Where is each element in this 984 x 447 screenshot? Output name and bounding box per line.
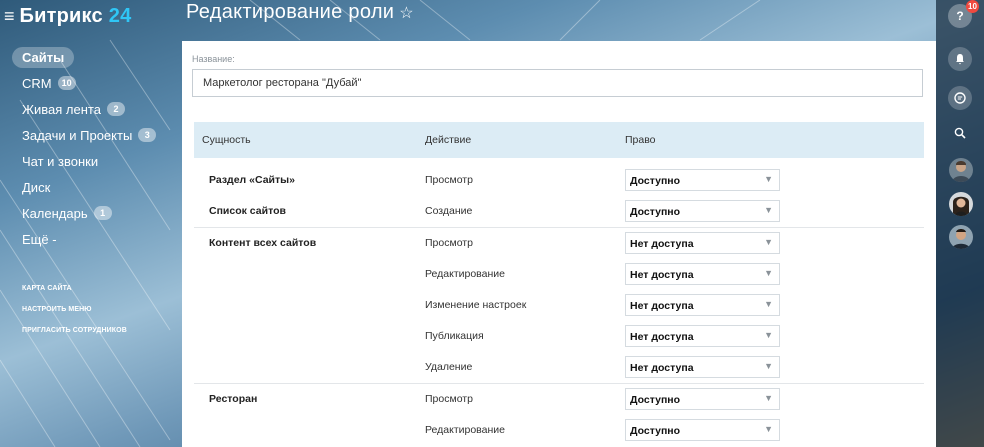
tasks-counter-badge: 3 xyxy=(138,128,157,142)
chevron-down-icon: ▼ xyxy=(764,174,773,184)
help-counter-badge: 10 xyxy=(966,0,979,13)
main-menu: Сайты CRM 10 Живая лента 2 Задачи и Проект… xyxy=(12,44,168,252)
sidebar-item-disk[interactable]: Диск xyxy=(12,174,168,200)
right-select[interactable]: Нет доступа ▼ xyxy=(625,294,780,316)
invite-employees-link[interactable]: ПРИГЛАСИТЬ СОТРУДНИКОВ xyxy=(22,325,127,346)
table-row: Список сайтов Создание Доступно ▼ xyxy=(194,196,924,227)
right-select[interactable]: Доступно ▼ xyxy=(625,419,780,441)
crm-counter-badge: 10 xyxy=(57,76,76,90)
role-name-input[interactable] xyxy=(192,69,923,97)
table-row: Редактирование Доступно ▼ xyxy=(194,415,924,446)
search-button[interactable] xyxy=(948,121,972,145)
messenger-button[interactable] xyxy=(948,86,972,110)
sidebar-item-calendar[interactable]: Календарь 1 xyxy=(12,200,168,226)
chevron-down-icon: ▼ xyxy=(764,361,773,371)
sidebar-item-live-feed[interactable]: Живая лента 2 xyxy=(12,96,168,122)
avatar[interactable] xyxy=(949,192,973,216)
search-icon xyxy=(954,127,966,139)
calendar-counter-badge: 1 xyxy=(93,206,112,220)
table-row: Контент всех сайтов Просмотр Нет доступа… xyxy=(194,227,924,259)
chevron-down-icon: ▼ xyxy=(764,393,773,403)
avatar[interactable] xyxy=(949,158,973,182)
sidebar-item-tasks[interactable]: Задачи и Проекты 3 xyxy=(12,122,168,148)
help-icon: ? xyxy=(956,9,964,23)
bell-icon xyxy=(956,54,964,65)
table-row: Раздел «Сайты» Просмотр Доступно ▼ xyxy=(194,165,924,196)
notifications-button[interactable] xyxy=(948,47,972,71)
right-select[interactable]: Нет доступа ▼ xyxy=(625,263,780,285)
entity-column-header: Сущность xyxy=(202,134,251,146)
table-row: Редактирование Нет доступа ▼ xyxy=(194,259,924,290)
chevron-down-icon: ▼ xyxy=(764,237,773,247)
page-title: Редактирование роли ☆ xyxy=(186,1,414,23)
logo-text: Битрикс 24 xyxy=(19,4,132,27)
sidebar-item-crm[interactable]: CRM 10 xyxy=(12,70,168,96)
menu-icon[interactable]: ≡ xyxy=(4,7,15,25)
sidebar-item-sites[interactable]: Сайты xyxy=(12,44,168,70)
avatar[interactable] xyxy=(949,225,973,249)
chat-icon xyxy=(954,92,966,104)
left-sidebar: ≡ Битрикс 24 Сайты CRM 10 Живая лента 2 Зад… xyxy=(0,0,170,447)
table-row: Ресторан Просмотр Доступно ▼ xyxy=(194,383,924,415)
right-select[interactable]: Доступно ▼ xyxy=(625,169,780,191)
right-select[interactable]: Доступно ▼ xyxy=(625,388,780,410)
chevron-down-icon: ▼ xyxy=(764,205,773,215)
live-feed-counter-badge: 2 xyxy=(106,102,125,116)
table-row: Публикация Нет доступа ▼ xyxy=(194,321,924,352)
right-column-header: Право xyxy=(625,134,656,146)
site-map-link[interactable]: КАРТА САЙТА xyxy=(22,283,127,304)
logo[interactable]: ≡ Битрикс 24 xyxy=(4,4,131,28)
right-select[interactable]: Доступно ▼ xyxy=(625,200,780,222)
permissions-table-header: Сущность Действие Право xyxy=(194,122,924,158)
right-rail: ? 10 xyxy=(936,0,984,447)
chevron-down-icon: ▼ xyxy=(764,424,773,434)
chevron-down-icon: ▼ xyxy=(764,268,773,278)
action-column-header: Действие xyxy=(425,134,472,146)
role-edit-panel: Название: Сущность Действие Право Раздел… xyxy=(182,41,936,447)
name-field-label: Название: xyxy=(192,54,235,64)
right-select[interactable]: Нет доступа ▼ xyxy=(625,325,780,347)
table-row: Удаление Нет доступа ▼ xyxy=(194,352,924,383)
right-select[interactable]: Нет доступа ▼ xyxy=(625,232,780,254)
configure-menu-link[interactable]: НАСТРОИТЬ МЕНЮ xyxy=(22,304,127,325)
sidebar-links: КАРТА САЙТА НАСТРОИТЬ МЕНЮ ПРИГЛАСИТЬ СО… xyxy=(22,283,127,346)
table-row: Изменение настроек Нет доступа ▼ xyxy=(194,290,924,321)
sidebar-item-more[interactable]: Ещё - xyxy=(12,226,168,252)
chevron-down-icon: ▼ xyxy=(764,330,773,340)
chevron-down-icon: ▼ xyxy=(764,299,773,309)
right-select[interactable]: Нет доступа ▼ xyxy=(625,356,780,378)
sidebar-item-chat[interactable]: Чат и звонки xyxy=(12,148,168,174)
favorite-star-icon[interactable]: ☆ xyxy=(399,5,414,22)
